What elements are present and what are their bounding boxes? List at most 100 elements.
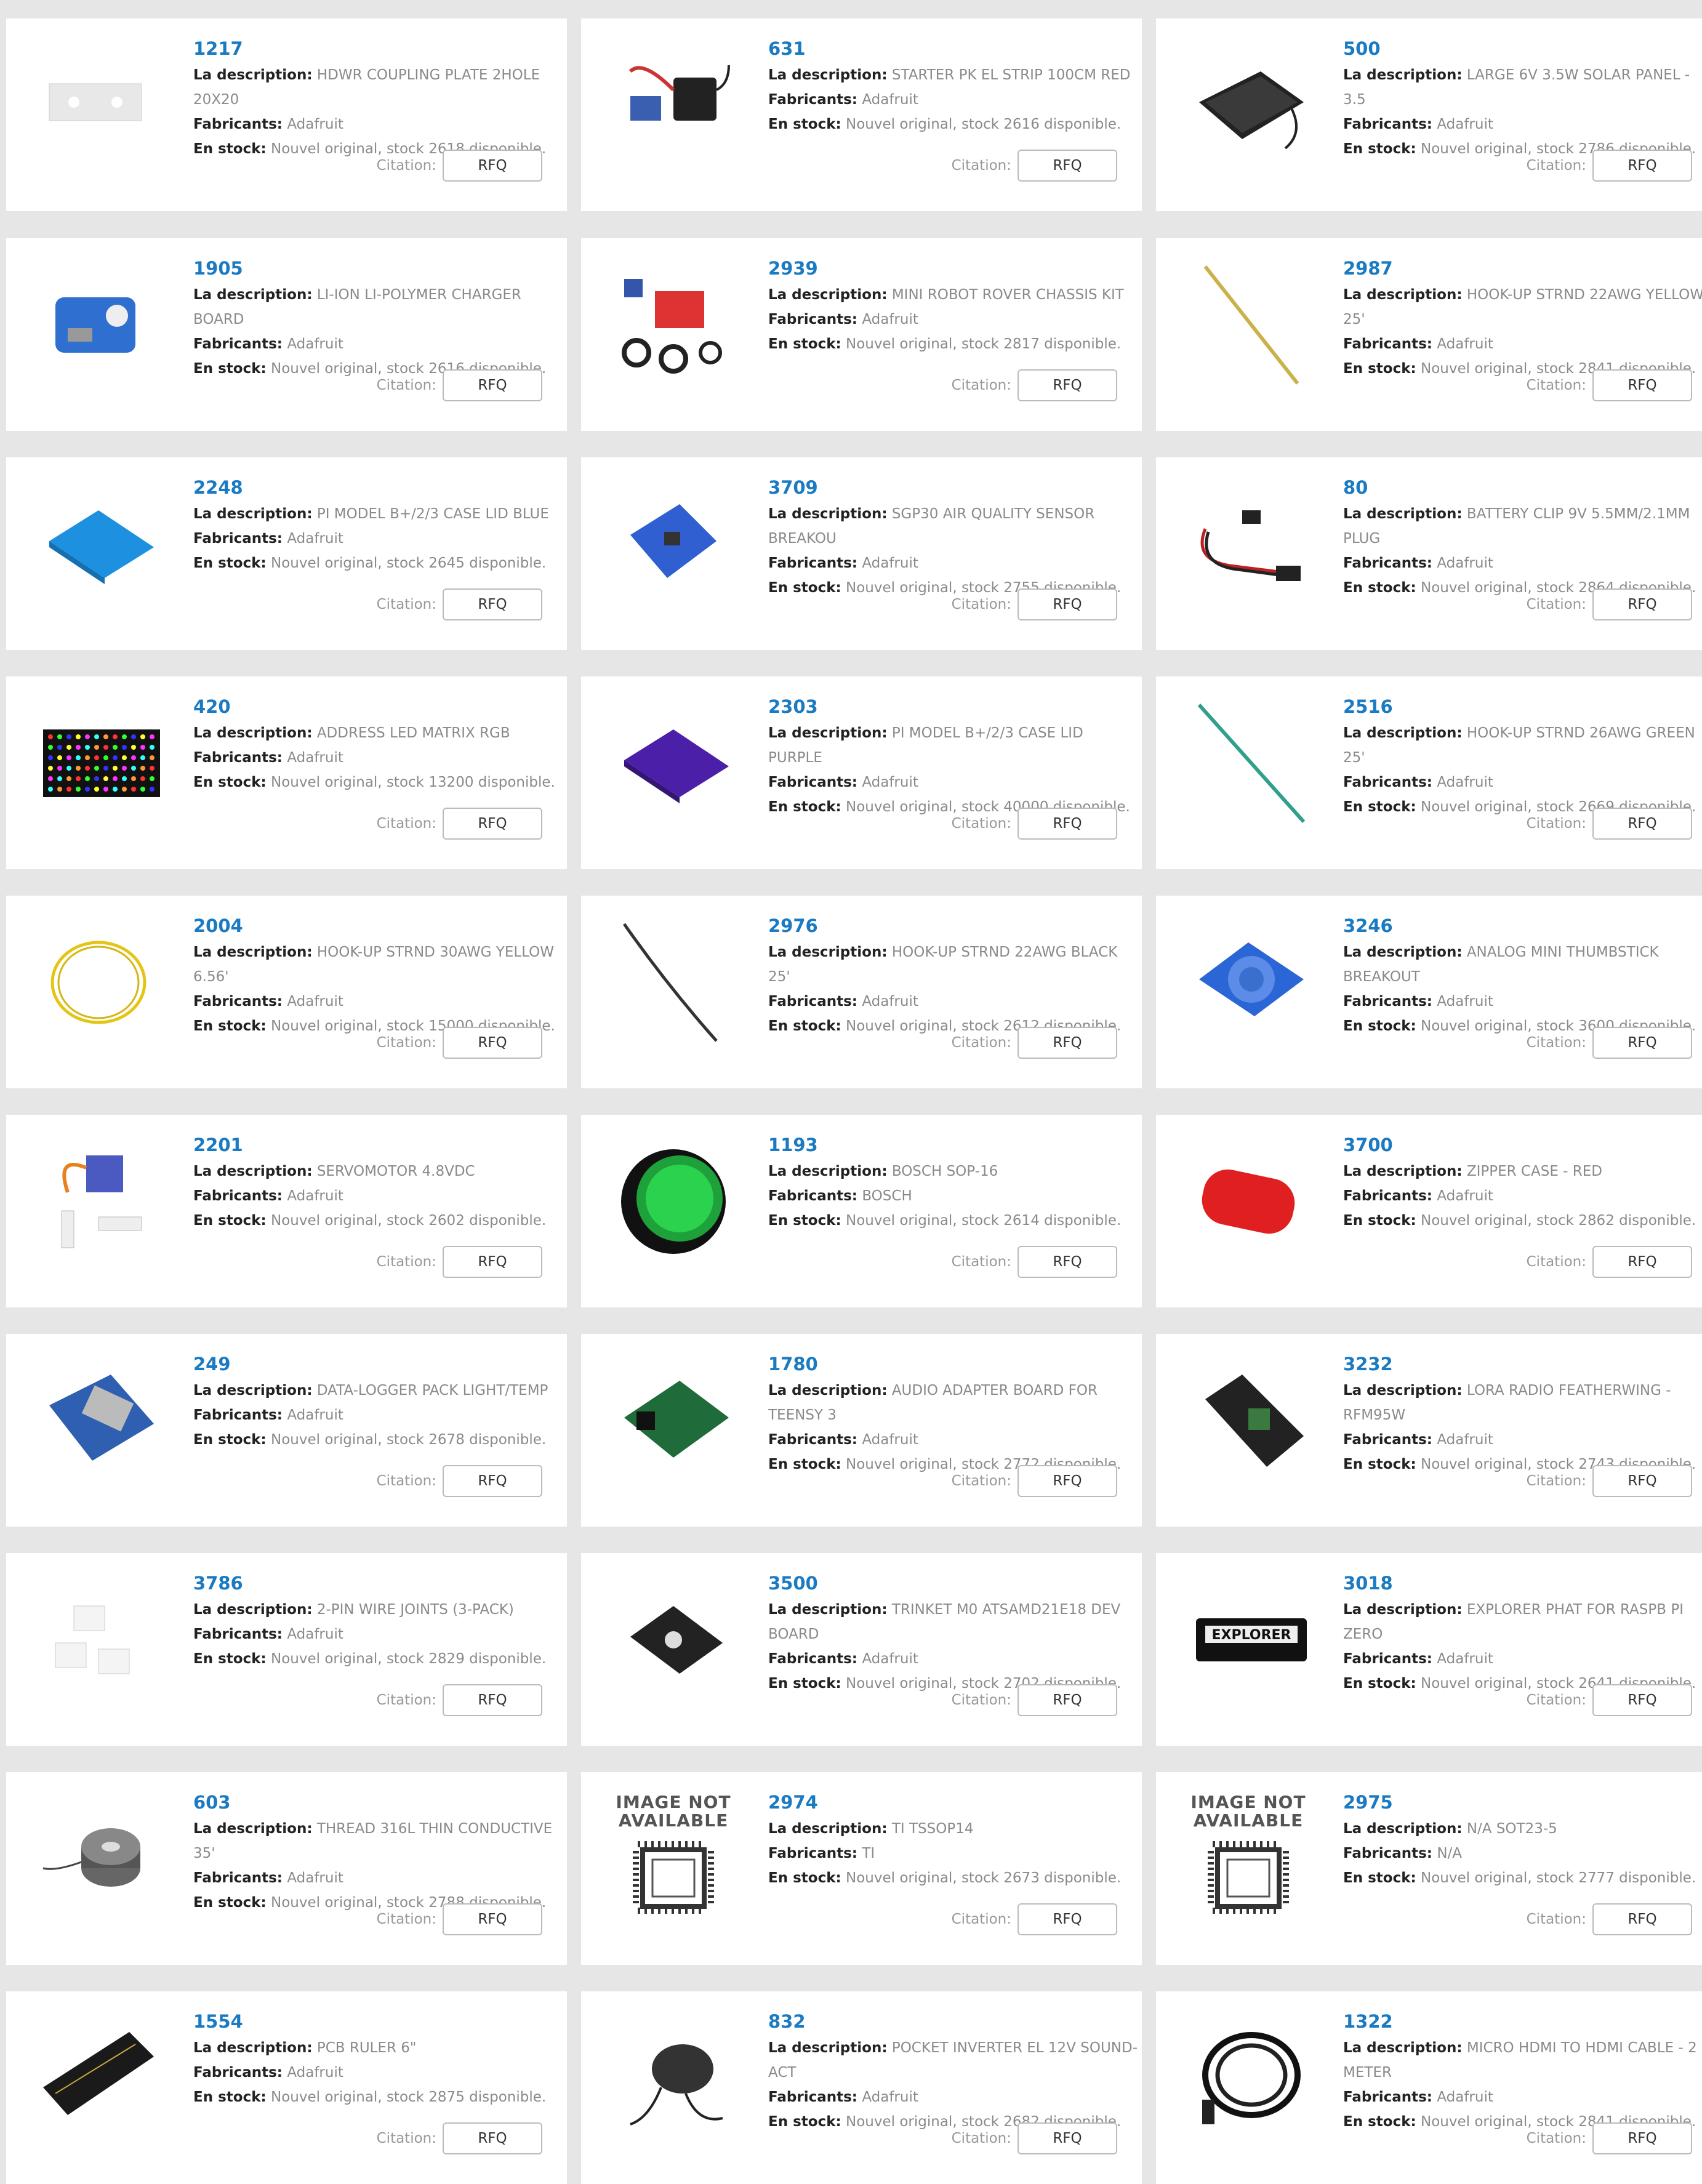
part-number-link[interactable]: 631 [768,34,1142,63]
part-number-link[interactable]: 2987 [1343,254,1702,283]
part-number-link[interactable]: 2248 [193,473,567,502]
rfq-button[interactable]: RFQ [443,150,542,182]
rfq-button[interactable]: RFQ [443,369,542,401]
rfq-button[interactable]: RFQ [1592,369,1692,401]
image-not-available-icon[interactable]: IMAGE NOT AVAILABLE [606,1788,741,1924]
red-zipper-case-icon[interactable] [1181,1131,1316,1266]
rfq-button[interactable]: RFQ [1018,1027,1117,1059]
part-number-link[interactable]: 3786 [193,1569,567,1597]
stock-value: Nouvel original, stock 2817 disponible. [846,336,1122,352]
black-wire-icon[interactable] [606,912,741,1047]
audio-board-icon[interactable] [606,1350,741,1485]
rfq-button[interactable]: RFQ [1592,2122,1692,2154]
led-matrix-icon[interactable] [31,693,166,828]
part-number-link[interactable]: 420 [193,693,567,721]
trinket-board-icon[interactable] [606,1569,741,1704]
part-number-link[interactable]: 3232 [1343,1350,1702,1378]
part-number-link[interactable]: 2201 [193,1131,567,1159]
part-number-link[interactable]: 80 [1343,473,1702,502]
part-number-link[interactable]: 1554 [193,2007,567,2036]
battery-clip-icon[interactable] [1181,473,1316,609]
image-not-available-icon[interactable]: IMAGE NOT AVAILABLE [1181,1788,1316,1924]
part-number-link[interactable]: 603 [193,1788,567,1817]
green-wire-icon[interactable] [1181,693,1316,828]
rfq-button[interactable]: RFQ [443,1027,542,1059]
part-number-link[interactable]: 2976 [768,912,1142,940]
quote-area: Citation: RFQ [377,1246,542,1278]
servo-icon[interactable] [31,1131,166,1266]
el-strip-kit-icon[interactable] [606,34,741,170]
part-number-link[interactable]: 3500 [768,1569,1142,1597]
manufacturer-value: Adafruit [287,1407,343,1423]
part-number-link[interactable]: 249 [193,1350,567,1378]
part-number-link[interactable]: 1193 [768,1131,1142,1159]
pcb-ruler-icon[interactable] [31,2007,166,2143]
rfq-button[interactable]: RFQ [1018,1684,1117,1716]
coupling-plate-icon[interactable] [31,34,166,170]
rfq-button[interactable]: RFQ [443,588,542,620]
solar-panel-icon[interactable] [1181,34,1316,170]
hdmi-cable-icon[interactable] [1181,2007,1316,2143]
wire-joints-icon[interactable] [31,1569,166,1704]
rfq-button[interactable]: RFQ [443,2122,542,2154]
part-number-link[interactable]: 1322 [1343,2007,1702,2036]
rfq-button[interactable]: RFQ [1592,1465,1692,1497]
yellow-wire-icon[interactable] [1181,254,1316,390]
part-number-link[interactable]: 2975 [1343,1788,1702,1817]
part-number-link[interactable]: 1905 [193,254,567,283]
rfq-button[interactable]: RFQ [1018,369,1117,401]
rfq-button[interactable]: RFQ [1592,1684,1692,1716]
data-logger-icon[interactable] [31,1350,166,1485]
robot-chassis-icon[interactable] [606,254,741,390]
part-number-link[interactable]: 2939 [768,254,1142,283]
manufacturer-row: Fabricants: Adafruit [193,332,567,356]
part-number-link[interactable]: 3709 [768,473,1142,502]
rfq-button[interactable]: RFQ [1592,150,1692,182]
explorer-phat-icon[interactable]: EXPLORER [1181,1569,1316,1704]
rfq-button[interactable]: RFQ [1018,588,1117,620]
green-button-icon[interactable] [606,1131,741,1266]
purple-case-lid-icon[interactable] [606,693,741,828]
rfq-button[interactable]: RFQ [443,1465,542,1497]
part-number-link[interactable]: 832 [768,2007,1142,2036]
rfq-button[interactable]: RFQ [1592,1903,1692,1935]
thumbstick-breakout-icon[interactable] [1181,912,1316,1047]
blue-case-lid-icon[interactable] [31,473,166,609]
part-number-link[interactable]: 3018 [1343,1569,1702,1597]
rfq-button[interactable]: RFQ [1592,808,1692,840]
charger-board-icon[interactable] [31,254,166,390]
quote-area: Citation: RFQ [377,1903,542,1935]
part-number-link[interactable]: 2974 [768,1788,1142,1817]
sensor-breakout-icon[interactable] [606,473,741,609]
rfq-button[interactable]: RFQ [443,1903,542,1935]
rfq-button[interactable]: RFQ [1592,588,1692,620]
thread-spool-icon[interactable] [31,1788,166,1924]
rfq-button[interactable]: RFQ [1018,1246,1117,1278]
stock-value: Nouvel original, stock 2645 disponible. [271,555,547,571]
inverter-icon[interactable] [606,2007,741,2143]
part-number-link[interactable]: 1780 [768,1350,1142,1378]
rfq-button[interactable]: RFQ [1018,1903,1117,1935]
rfq-button[interactable]: RFQ [1018,150,1117,182]
product-card: IMAGE NOT AVAILABLE 2975 La description:… [1156,1772,1702,1965]
rfq-button[interactable]: RFQ [443,808,542,840]
rfq-button[interactable]: RFQ [443,1246,542,1278]
part-number-link[interactable]: 2516 [1343,693,1702,721]
yellow-wire-coil-icon[interactable] [31,912,166,1047]
rfq-button[interactable]: RFQ [1592,1027,1692,1059]
rfq-button[interactable]: RFQ [1018,1465,1117,1497]
rfq-button[interactable]: RFQ [443,1684,542,1716]
part-number-link[interactable]: 3246 [1343,912,1702,940]
part-number-link[interactable]: 1217 [193,34,567,63]
rfq-button[interactable]: RFQ [1592,1246,1692,1278]
part-number-link[interactable]: 500 [1343,34,1702,63]
manufacturer-value: Adafruit [287,2065,343,2081]
featherwing-icon[interactable] [1181,1350,1316,1485]
stock-row: En stock: Nouvel original, stock 2817 di… [768,332,1142,356]
rfq-button[interactable]: RFQ [1018,808,1117,840]
rfq-button[interactable]: RFQ [1018,2122,1117,2154]
quote-label: Citation: [376,1473,436,1489]
part-number-link[interactable]: 3700 [1343,1131,1702,1159]
part-number-link[interactable]: 2303 [768,693,1142,721]
part-number-link[interactable]: 2004 [193,912,567,940]
